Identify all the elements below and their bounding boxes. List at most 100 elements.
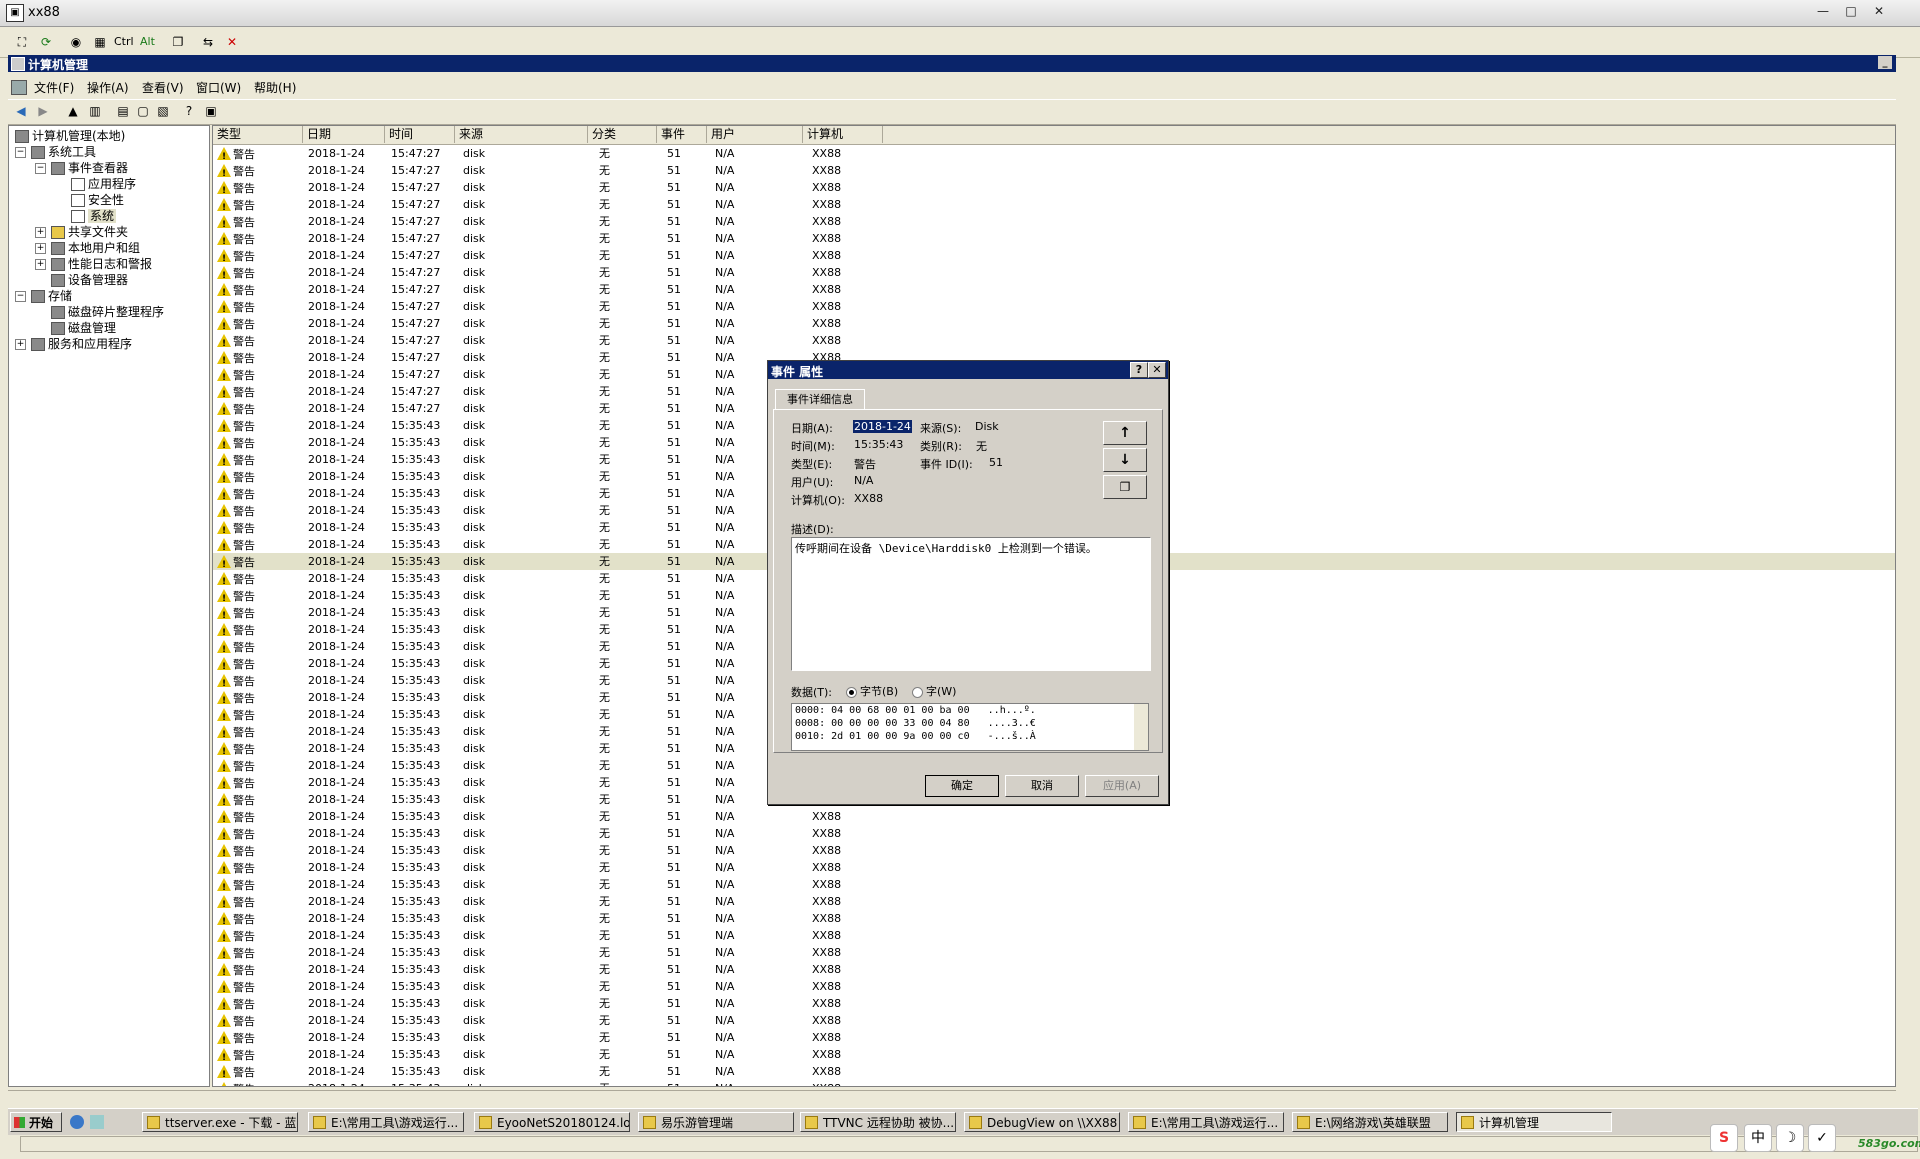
table-row[interactable]: 警告 2018-1-24 15:47:27 disk 无 51 N/A XX88 bbox=[213, 315, 1895, 336]
type-value[interactable]: 警告 bbox=[854, 456, 876, 472]
maximize-button[interactable]: □ bbox=[1840, 2, 1862, 20]
tree-device-manager[interactable]: 设备管理器 bbox=[51, 272, 128, 288]
forward-icon[interactable]: ▶ bbox=[34, 103, 52, 119]
table-row[interactable]: 警告 2018-1-24 15:35:43 disk 无 51 N/A XX88 bbox=[213, 893, 1895, 914]
ie-icon[interactable] bbox=[70, 1115, 84, 1129]
expand-icon[interactable]: + bbox=[35, 259, 46, 270]
source-value[interactable]: Disk bbox=[975, 420, 999, 433]
table-row[interactable]: 警告 2018-1-24 15:35:43 disk 无 51 N/A XX88 bbox=[213, 842, 1895, 863]
tree-application[interactable]: 应用程序 bbox=[71, 176, 136, 192]
menu-action[interactable]: 操作(A) bbox=[87, 79, 129, 96]
table-row[interactable]: 警告 2018-1-24 15:35:43 disk 无 51 N/A XX88 bbox=[213, 876, 1895, 897]
ctrl-key-button[interactable]: Ctrl bbox=[114, 35, 134, 48]
taskbar-item[interactable]: TTVNC 远程协助 被协... bbox=[800, 1112, 956, 1132]
table-row[interactable]: 警告 2018-1-24 15:47:27 disk 无 51 N/A XX88 bbox=[213, 298, 1895, 319]
table-row[interactable]: 警告 2018-1-24 15:35:43 disk 无 51 N/A XX88 bbox=[213, 825, 1895, 846]
transfer-icon[interactable]: ⇆ bbox=[198, 32, 218, 52]
table-row[interactable]: 警告 2018-1-24 15:35:43 disk 无 51 N/A XX88 bbox=[213, 978, 1895, 999]
tree-event-viewer[interactable]: 事件查看器 bbox=[51, 160, 128, 176]
table-row[interactable]: 警告 2018-1-24 15:47:27 disk 无 51 N/A XX88 bbox=[213, 196, 1895, 217]
radio-words[interactable]: 字(W) bbox=[912, 683, 956, 699]
collapse-icon[interactable]: − bbox=[35, 163, 46, 174]
tree-services-apps[interactable]: 服务和应用程序 bbox=[31, 336, 132, 352]
start-button[interactable]: 开始 bbox=[10, 1112, 62, 1132]
apply-button[interactable]: 应用(A) bbox=[1085, 775, 1159, 797]
tree-defrag[interactable]: 磁盘碎片整理程序 bbox=[51, 304, 164, 320]
radio-bytes[interactable]: 字节(B) bbox=[846, 683, 898, 699]
table-row[interactable]: 警告 2018-1-24 15:47:27 disk 无 51 N/A XX88 bbox=[213, 264, 1895, 285]
tab-event-details[interactable]: 事件详细信息 bbox=[775, 389, 865, 410]
refresh-icon[interactable]: ⟳ bbox=[36, 32, 56, 52]
menu-help[interactable]: 帮助(H) bbox=[254, 79, 296, 96]
tree-security[interactable]: 安全性 bbox=[71, 192, 124, 208]
dialog-close-button[interactable]: ✕ bbox=[1148, 362, 1166, 378]
keyboard-icon[interactable]: ▦ bbox=[90, 32, 110, 52]
table-row[interactable]: 警告 2018-1-24 15:47:27 disk 无 51 N/A XX88 bbox=[213, 179, 1895, 200]
close-button[interactable]: ✕ bbox=[1868, 2, 1890, 20]
fullscreen-icon[interactable]: ⛶ bbox=[12, 32, 32, 52]
column-header-computer[interactable]: 计算机 bbox=[803, 126, 883, 143]
disconnect-icon[interactable]: ✕ bbox=[222, 32, 242, 52]
column-header-time[interactable]: 时间 bbox=[385, 126, 455, 143]
taskbar-item[interactable]: 计算机管理 bbox=[1456, 1112, 1612, 1132]
taskbar-item[interactable]: E:\常用工具\游戏运行... bbox=[308, 1112, 464, 1132]
dialog-help-button[interactable]: ? bbox=[1130, 362, 1148, 378]
column-header-event[interactable]: 事件 bbox=[657, 126, 707, 143]
menu-window[interactable]: 窗口(W) bbox=[196, 79, 241, 96]
taskbar-item[interactable]: ttserver.exe - 下载 - 蓝... bbox=[142, 1112, 298, 1132]
table-row[interactable]: 警告 2018-1-24 15:47:27 disk 无 51 N/A XX88 bbox=[213, 145, 1895, 166]
tree-disk-management[interactable]: 磁盘管理 bbox=[51, 320, 116, 336]
table-row[interactable]: 警告 2018-1-24 15:35:43 disk 无 51 N/A XX88 bbox=[213, 961, 1895, 982]
column-header-date[interactable]: 日期 bbox=[303, 126, 385, 143]
table-row[interactable]: 警告 2018-1-24 15:47:27 disk 无 51 N/A XX88 bbox=[213, 281, 1895, 302]
table-row[interactable]: 警告 2018-1-24 15:35:43 disk 无 51 N/A XX88 bbox=[213, 1046, 1895, 1067]
column-header-type[interactable]: 类型 bbox=[213, 126, 303, 143]
table-row[interactable]: 警告 2018-1-24 15:35:43 disk 无 51 N/A XX88 bbox=[213, 1080, 1895, 1086]
help-icon[interactable]: ? bbox=[180, 103, 198, 119]
category-value[interactable]: 无 bbox=[976, 438, 987, 454]
export-list-icon[interactable]: ▧ bbox=[154, 103, 172, 119]
copy-event-button[interactable]: ❐ bbox=[1103, 475, 1147, 499]
table-row[interactable]: 警告 2018-1-24 15:35:43 disk 无 51 N/A XX88 bbox=[213, 995, 1895, 1016]
horizontal-scrollbar[interactable] bbox=[20, 1136, 1918, 1152]
data-hex-box[interactable]: 0000: 04 00 68 00 01 00 ba 00 ..h...º. 0… bbox=[791, 703, 1149, 751]
table-row[interactable]: 警告 2018-1-24 15:35:43 disk 无 51 N/A XX88 bbox=[213, 808, 1895, 829]
table-row[interactable]: 警告 2018-1-24 15:47:27 disk 无 51 N/A XX88 bbox=[213, 332, 1895, 353]
tree-shared-folders[interactable]: 共享文件夹 bbox=[51, 224, 128, 240]
table-row[interactable]: 警告 2018-1-24 15:35:43 disk 无 51 N/A XX88 bbox=[213, 1029, 1895, 1050]
ime-settings-icon[interactable]: ✓ bbox=[1808, 1124, 1836, 1152]
table-row[interactable]: 警告 2018-1-24 15:47:27 disk 无 51 N/A XX88 bbox=[213, 162, 1895, 183]
ok-button[interactable]: 确定 bbox=[925, 775, 999, 797]
table-row[interactable]: 警告 2018-1-24 15:47:27 disk 无 51 N/A XX88 bbox=[213, 213, 1895, 234]
taskbar-item[interactable]: 易乐游管理端 bbox=[638, 1112, 794, 1132]
tree-perf-logs[interactable]: 性能日志和警报 bbox=[51, 256, 152, 272]
taskbar-item[interactable]: E:\网络游戏\英雄联盟 bbox=[1292, 1112, 1448, 1132]
expand-icon[interactable]: + bbox=[15, 339, 26, 350]
show-tree-icon[interactable]: ▥ bbox=[86, 103, 104, 119]
snapin-icon[interactable]: ▣ bbox=[202, 103, 220, 119]
menu-file[interactable]: 文件(F) bbox=[34, 79, 74, 96]
collapse-icon[interactable]: − bbox=[15, 147, 26, 158]
next-event-button[interactable]: ↓ bbox=[1103, 448, 1147, 472]
mmc-minimize-button[interactable]: _ bbox=[1878, 56, 1892, 69]
taskbar-item[interactable]: E:\常用工具\游戏运行... bbox=[1128, 1112, 1284, 1132]
cancel-button[interactable]: 取消 bbox=[1005, 775, 1079, 797]
tree-system[interactable]: 系统 bbox=[71, 208, 117, 224]
minimize-button[interactable]: — bbox=[1812, 2, 1834, 20]
alt-key-button[interactable]: Alt bbox=[140, 35, 155, 48]
menu-view[interactable]: 查看(V) bbox=[142, 79, 184, 96]
description-textbox[interactable]: 传呼期间在设备 \Device\Harddisk0 上检测到一个错误。 bbox=[791, 537, 1151, 671]
ime-chinese-mode[interactable]: 中 bbox=[1744, 1124, 1772, 1152]
properties-icon[interactable]: ▤ bbox=[114, 103, 132, 119]
sogou-s-icon[interactable]: S bbox=[1710, 1124, 1738, 1152]
refresh-list-icon[interactable]: ▢ bbox=[134, 103, 152, 119]
hex-scrollbar[interactable] bbox=[1134, 704, 1148, 750]
column-header-source[interactable]: 来源 bbox=[455, 126, 588, 143]
desktop-icon[interactable] bbox=[90, 1115, 104, 1129]
table-row[interactable]: 警告 2018-1-24 15:35:43 disk 无 51 N/A XX88 bbox=[213, 910, 1895, 931]
computer-value[interactable]: XX88 bbox=[854, 492, 883, 505]
tree-local-users[interactable]: 本地用户和组 bbox=[51, 240, 140, 256]
taskbar-item[interactable]: EyooNetS20180124.log -... bbox=[474, 1112, 630, 1132]
table-row[interactable]: 警告 2018-1-24 15:47:27 disk 无 51 N/A XX88 bbox=[213, 230, 1895, 251]
up-level-icon[interactable]: ▲ bbox=[64, 103, 82, 119]
